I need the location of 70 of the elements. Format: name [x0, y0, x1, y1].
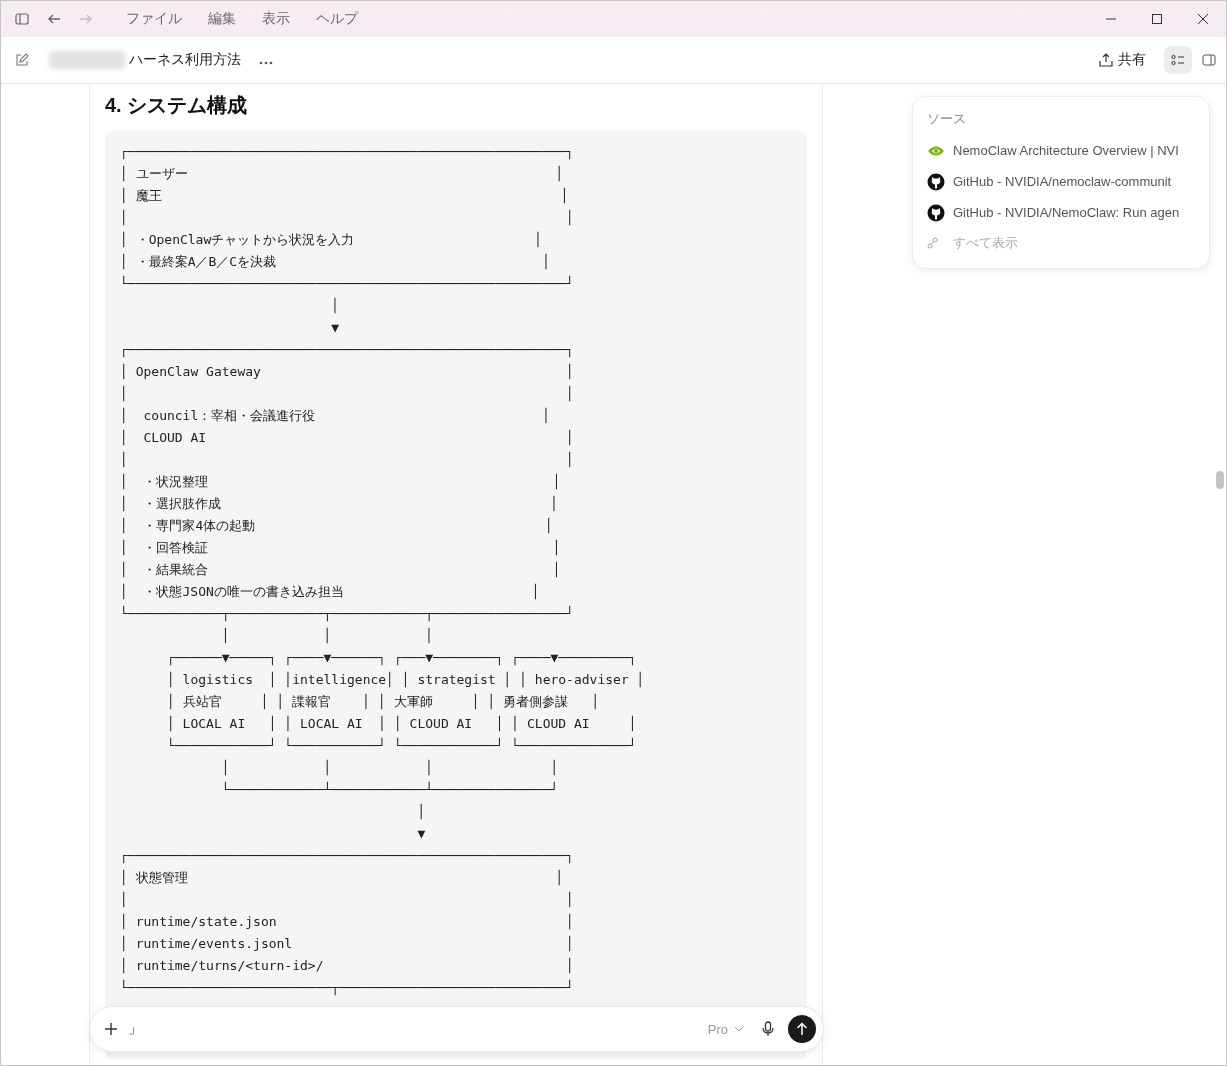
- code-line: └────────────┴────────────┴───────────────┘: [220, 780, 560, 799]
- code-line: │ │: [120, 384, 575, 404]
- code-line: ┌──────▼─────┐ ┌────▼──────┐ ┌───▼────────┐ ┌────▼─────────┐: [165, 649, 638, 668]
- code-line: │ CLOUD AI │: [120, 428, 575, 448]
- source-link[interactable]: GitHub - NVIDIA/NemoClaw: Run agen: [927, 197, 1197, 228]
- code-line: │ logistics │ │intelligence│ │ strategist │ │ hero-adviser │: [165, 670, 646, 690]
- code-line: │ │: [120, 450, 575, 470]
- share-button[interactable]: 共有: [1093, 47, 1152, 73]
- microphone-button[interactable]: [762, 1021, 774, 1037]
- code-line: │ ユーザー │: [120, 164, 565, 184]
- code-line: │ │ │: [220, 626, 435, 646]
- code-line: │ │ │ │: [220, 758, 560, 778]
- source-link[interactable]: NemoClaw Architecture Overview | NVI: [927, 135, 1197, 166]
- menu-item[interactable]: 編集: [208, 10, 236, 28]
- upload-icon: [1099, 53, 1113, 67]
- arrow-up-icon: [796, 1022, 808, 1036]
- chevron-down-icon: [734, 1026, 744, 1032]
- menu-item[interactable]: 表示: [262, 10, 290, 28]
- code-line: └────────────────────────────────────────────────────────┘: [120, 274, 575, 293]
- scrollbar-thumb[interactable]: [1216, 471, 1224, 489]
- code-line: │ 状態管理 │: [120, 868, 565, 888]
- sources-toggle-button[interactable]: [1164, 46, 1192, 74]
- menu-item[interactable]: ファイル: [126, 10, 182, 28]
- source-link[interactable]: GitHub - NVIDIA/nemoclaw-communit: [927, 166, 1197, 197]
- code-line: └──────────────────────────┬─────────────────────────────┘: [120, 978, 575, 998]
- code-line: │ ・OpenClawチャットから状況を入力 │: [120, 230, 544, 250]
- code-line: │ 兵站官 │ │ 諜報官 │ │ 大軍師 │ │ 勇者側参謀 │: [165, 692, 601, 712]
- code-line: │ council：宰相・会議進行役 │: [120, 406, 552, 426]
- more-icon: [259, 61, 273, 65]
- code-line: │ LOCAL AI │ │ LOCAL AI │ │ CLOUD AI │ │ CLOUD AI │: [165, 714, 638, 734]
- add-button[interactable]: [104, 1022, 118, 1036]
- code-line: │ │: [120, 208, 575, 228]
- code-line: │ ・選択肢作成 │: [120, 494, 560, 514]
- code-line: │ 魔王 │: [120, 186, 570, 206]
- section-heading: 4. システム構成: [105, 93, 249, 117]
- code-line: │ ・最終案A／B／Cを決裁 │: [120, 252, 552, 272]
- code-line: │ │: [120, 890, 575, 910]
- code-line: └────────────┘ └───────────┘ └────────────┘ └──────────────┘: [165, 736, 638, 755]
- code-line: │ ・専門家4体の起動 │: [120, 516, 554, 536]
- code-line: ▼: [330, 319, 341, 337]
- code-line: ┌────────────────────────────────────────────────────────┐: [120, 341, 575, 360]
- message-composer[interactable]: 」 Pro: [89, 1006, 824, 1052]
- cat-logo-icon: [927, 172, 945, 191]
- eye-logo-icon: [927, 144, 945, 157]
- code-line: │ runtime/turns/<turn-id>/ │: [120, 956, 575, 976]
- edit-icon[interactable]: [15, 53, 29, 67]
- code-line: │ ・結果統合 │: [120, 560, 562, 580]
- code-line: │: [330, 297, 341, 315]
- code-line: │ OpenClaw Gateway │: [120, 362, 575, 382]
- code-line: │: [416, 802, 427, 822]
- chat-title: ハーネス利用方法: [129, 51, 241, 69]
- cat-logo-icon: [927, 203, 945, 222]
- code-line: │ ・状況整理 │: [120, 472, 562, 492]
- message-input[interactable]: 」: [126, 1020, 708, 1038]
- code-line: │ runtime/events.jsonl │: [120, 934, 575, 954]
- send-button[interactable]: [788, 1015, 816, 1043]
- code-line: ▼: [416, 825, 427, 843]
- code-line: ┌────────────────────────────────────────────────────────┐: [120, 847, 575, 866]
- list-icon: [1171, 54, 1185, 66]
- code-line: └────────────┬────────────┬────────────┬─────────────────┘: [120, 604, 575, 624]
- side-panel-icon[interactable]: [1202, 53, 1216, 67]
- code-line: │ ・状態JSONの唯一の書き込み担当 │: [120, 582, 541, 602]
- plus-icon: [104, 1022, 118, 1036]
- menu-item[interactable]: ヘルプ: [316, 10, 358, 28]
- sources-heading: ソース: [927, 110, 967, 128]
- code-line: ┌────────────────────────────────────────────────────────┐: [120, 143, 575, 162]
- microphone-icon: [762, 1021, 774, 1037]
- code-line: │ runtime/state.json │: [120, 912, 575, 932]
- link-icon: [927, 237, 941, 249]
- code-line: │ ・回答検証 │: [120, 538, 562, 558]
